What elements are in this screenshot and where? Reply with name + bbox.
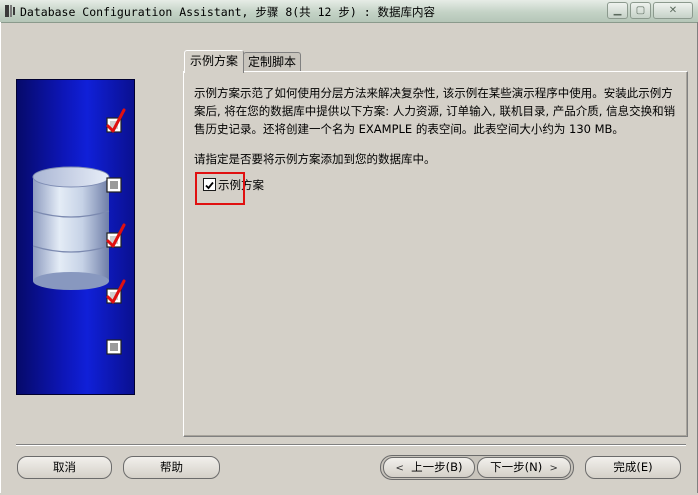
cancel-button[interactable]: 取消 xyxy=(17,456,112,479)
close-button[interactable]: ✕ xyxy=(653,2,693,19)
maximize-button[interactable]: ▢ xyxy=(630,2,651,19)
database-cylinder-icon xyxy=(32,108,126,355)
minimize-button[interactable]: ▁ xyxy=(607,2,628,19)
help-button[interactable]: 帮助 xyxy=(123,456,220,479)
java-app-icon xyxy=(5,5,15,17)
finish-button[interactable]: 完成(E) xyxy=(585,456,681,479)
dca-window: Database Configuration Assistant, 步骤 8(共… xyxy=(0,0,698,495)
tab-custom-scripts[interactable]: 定制脚本 xyxy=(243,52,301,72)
step-checkbox-2 xyxy=(106,177,122,193)
title-bar[interactable]: Database Configuration Assistant, 步骤 8(共… xyxy=(0,0,698,23)
back-button[interactable]: < 上一步(B) xyxy=(383,457,475,478)
window-title: Database Configuration Assistant, 步骤 8(共… xyxy=(20,5,436,19)
maximize-icon: ▢ xyxy=(635,5,646,16)
close-icon: ✕ xyxy=(668,5,678,16)
tab-sample-schemas[interactable]: 示例方案 xyxy=(184,50,244,73)
sample-schema-description: 示例方案示范了如何使用分层方法来解决复杂性, 该示例在某些演示程序中使用。安装此… xyxy=(194,86,676,136)
step-checkbox-5 xyxy=(106,339,122,355)
wizard-side-graphic xyxy=(16,79,135,395)
step-checkbox-4 xyxy=(106,279,126,304)
back-button-label: 上一步(B) xyxy=(411,460,463,474)
step-checkbox-3 xyxy=(106,223,126,248)
next-button-label: 下一步(N) xyxy=(490,460,543,474)
step-checkbox-1 xyxy=(106,108,126,133)
sample-schema-prompt: 请指定是否要将示例方案添加到您的数据库中。 xyxy=(194,152,436,166)
minimize-icon: ▁ xyxy=(613,5,622,16)
chevron-right-icon: > xyxy=(549,463,558,474)
next-button[interactable]: 下一步(N) > xyxy=(477,457,571,478)
chevron-left-icon: < xyxy=(395,463,404,474)
red-highlight-box xyxy=(195,172,245,205)
footer-separator xyxy=(16,444,686,446)
